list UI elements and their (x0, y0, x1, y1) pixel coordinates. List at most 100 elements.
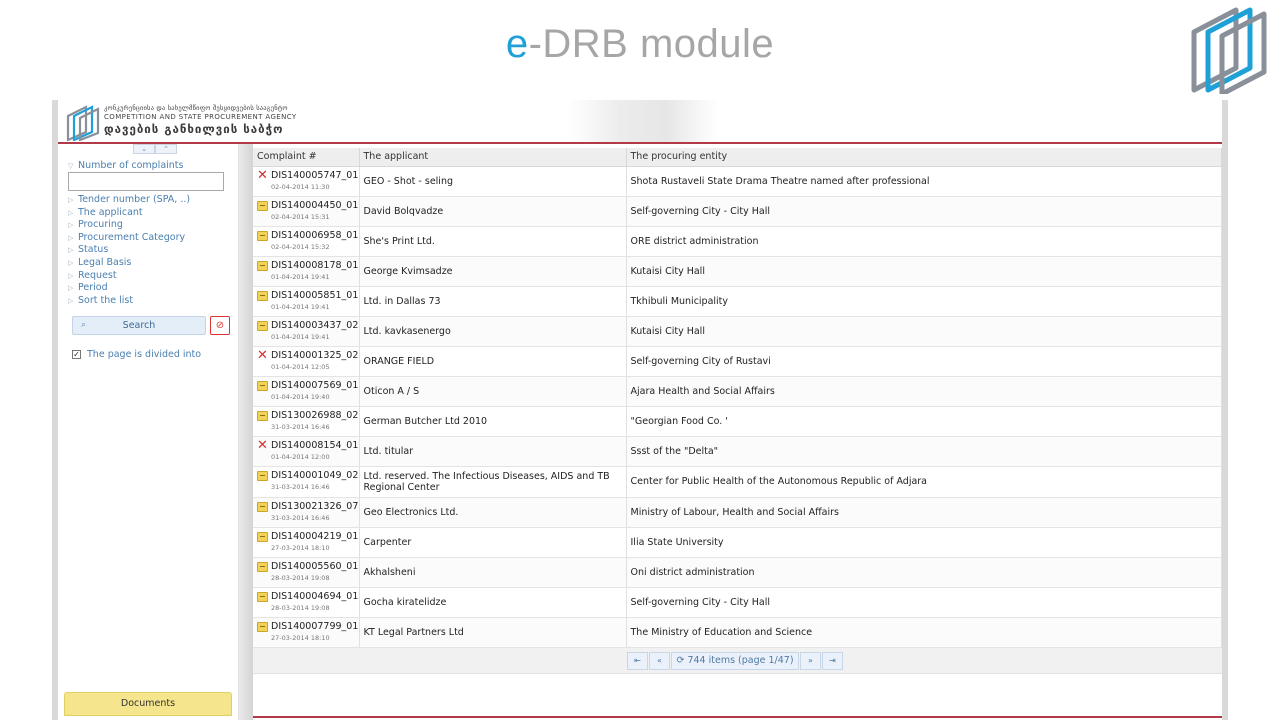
complaint-id[interactable]: DIS130021326_07 (271, 501, 358, 512)
complaint-id[interactable]: DIS140005851_01 (271, 290, 358, 301)
documents-tab[interactable]: Documents (64, 692, 232, 716)
table-row[interactable]: DIS130026988_02 31-03-2014 16:46 German Bu… (253, 406, 1222, 438)
filter-request[interactable]: ▷ Request (68, 270, 190, 283)
complaint-id-wrap: DIS140007569_01 01-04-2014 19:40 (257, 380, 358, 403)
applicant-cell: Gocha kiratelidze (359, 587, 627, 618)
filter-label: The applicant (78, 206, 143, 218)
complaint-cell[interactable]: DIS140008178_01 01-04-2014 19:41 (253, 256, 360, 287)
procuring-entity-cell: Oni district administration (626, 557, 1222, 588)
complaint-cell[interactable]: DIS130021326_07 31-03-2014 16:46 (253, 497, 360, 528)
complaint-id[interactable]: DIS140004219_01 (271, 531, 358, 542)
procuring-entity-cell: Ministry of Labour, Health and Social Af… (626, 497, 1222, 528)
column-header-complaint[interactable]: Complaint # (253, 148, 360, 167)
slide-title-text: -DRB module (528, 22, 775, 66)
table-row[interactable]: DIS140005560_01 28-03-2014 19:08 Akhalshen… (253, 557, 1222, 588)
complaint-cell[interactable]: DIS140006958_01 02-04-2014 15:32 (253, 226, 360, 257)
table-row[interactable]: DIS140001049_02 31-03-2014 16:46 Ltd. rese… (253, 466, 1222, 498)
complaint-cell[interactable]: DIS140007799_01 27-03-2014 18:10 (253, 617, 360, 649)
table-row[interactable]: DIS140004219_01 27-03-2014 18:10 Carpenter… (253, 527, 1222, 558)
complaint-id[interactable]: DIS140007569_01 (271, 380, 358, 391)
sidebar-splitter[interactable] (239, 144, 253, 720)
table-row[interactable]: ✕ DIS140005747_01 02-04-2014 11:30 GEO - Sh… (253, 166, 1222, 197)
complaint-id-wrap: DIS130026988_02 31-03-2014 16:46 (257, 410, 358, 433)
complaint-date: 01-04-2014 19:40 (271, 393, 330, 402)
table-row[interactable]: DIS140003437_02 01-04-2014 19:41 Ltd. kavk… (253, 316, 1222, 348)
folder-icon (257, 411, 268, 422)
table-row[interactable]: DIS140008178_01 01-04-2014 19:41 George Kv… (253, 256, 1222, 287)
complaint-id[interactable]: DIS140008154_01 (271, 440, 358, 451)
complaint-cell[interactable]: ✕ DIS140001325_02 01-04-2014 12:05 (253, 346, 360, 378)
complaint-cell[interactable]: DIS140001049_02 31-03-2014 16:46 (253, 466, 360, 498)
complaint-id-wrap: ✕ DIS140005747_01 02-04-2014 11:30 (257, 167, 358, 193)
clear-filters-button[interactable]: ⊘ (210, 316, 230, 335)
next-page-button[interactable]: » (800, 652, 821, 670)
complaint-id-wrap: DIS140005560_01 28-03-2014 19:08 (257, 561, 358, 584)
column-header-applicant[interactable]: The applicant (359, 148, 627, 167)
prev-page-button[interactable]: « (649, 652, 670, 670)
filter-procuring[interactable]: ▷ Procuring (68, 219, 190, 232)
slide-title: e-DRB module (0, 22, 1280, 67)
filter-applicant[interactable]: ▷ The applicant (68, 207, 190, 220)
filter-tender-number[interactable]: ▷ Tender number (SPA, ..) (68, 194, 190, 207)
complaint-cell[interactable]: DIS140003437_02 01-04-2014 19:41 (253, 316, 360, 348)
filter-sort-list[interactable]: ▷ Sort the list (68, 295, 190, 308)
complaint-id[interactable]: DIS130026988_02 (271, 410, 358, 421)
complaint-id[interactable]: DIS140006958_01 (271, 230, 358, 241)
rejected-x-icon: ✕ (257, 167, 268, 183)
table-row[interactable]: DIS140005851_01 01-04-2014 19:41 Ltd. in D… (253, 286, 1222, 317)
table-row[interactable]: DIS140006958_01 02-04-2014 15:32 She's Pri… (253, 226, 1222, 257)
complaint-date: 01-04-2014 12:00 (271, 453, 330, 462)
table-row[interactable]: DIS140007799_01 27-03-2014 18:10 KT Legal … (253, 617, 1222, 649)
collapse-down-button[interactable]: ⌄ (133, 144, 155, 154)
complaint-cell[interactable]: DIS140005851_01 01-04-2014 19:41 (253, 286, 360, 317)
paging-checkbox-row[interactable]: ✓ The page is divided into (72, 349, 201, 360)
complaint-id[interactable]: DIS140003437_02 (271, 320, 358, 331)
filter-procurement-category[interactable]: ▷ Procurement Category (68, 232, 190, 245)
complaint-id[interactable]: DIS140005560_01 (271, 561, 358, 572)
bottom-divider (253, 716, 1222, 718)
table-row[interactable]: DIS140007569_01 01-04-2014 19:40 Oticon A … (253, 376, 1222, 408)
applicant-cell: Ltd. in Dallas 73 (359, 286, 627, 317)
complaint-id[interactable]: DIS140005747_01 (271, 170, 358, 181)
filter-period[interactable]: ▷ Period (68, 282, 190, 295)
complaint-cell[interactable]: DIS140004694_01 28-03-2014 19:08 (253, 587, 360, 618)
pager-info[interactable]: ⟳ 744 items (page 1/47) (671, 652, 799, 670)
filter-legal-basis[interactable]: ▷ Legal Basis (68, 257, 190, 270)
complaint-id[interactable]: DIS140004694_01 (271, 591, 358, 602)
table-row[interactable]: DIS130021326_07 31-03-2014 16:46 Geo Elect… (253, 497, 1222, 528)
applicant-cell: Ltd. reserved. The Infectious Diseases, … (359, 466, 627, 498)
collapse-up-button[interactable]: ⌃ (155, 144, 177, 154)
applicant-cell: Ltd. kavkasenergo (359, 316, 627, 348)
procuring-entity-cell: Ilia State University (626, 527, 1222, 558)
complaint-number-input[interactable] (68, 172, 224, 191)
complaint-id[interactable]: DIS140001325_02 (271, 350, 358, 361)
complaint-cell[interactable]: DIS140004219_01 27-03-2014 18:10 (253, 527, 360, 558)
folder-icon (257, 591, 268, 602)
table-row[interactable]: ✕ DIS140008154_01 01-04-2014 12:00 Ltd. tit… (253, 436, 1222, 468)
first-page-button[interactable]: ⇤ (627, 652, 648, 670)
complaint-id[interactable]: DIS140007799_01 (271, 621, 358, 632)
table-row[interactable]: ✕ DIS140001325_02 01-04-2014 12:05 ORANGE F… (253, 346, 1222, 378)
column-header-procuring-entity[interactable]: The procuring entity (626, 148, 1222, 167)
table-row[interactable]: DIS140004694_01 28-03-2014 19:08 Gocha kir… (253, 587, 1222, 618)
complaint-id[interactable]: DIS140001049_02 (271, 470, 358, 481)
pager: ⇤ « ⟳ 744 items (page 1/47) » ⇥ (627, 652, 844, 670)
complaint-id[interactable]: DIS140004450_01 (271, 200, 358, 211)
filter-complaint-number[interactable]: ▽ Number of complaints (68, 160, 183, 171)
table-row[interactable]: DIS140004450_01 02-04-2014 15:31 David Bol… (253, 196, 1222, 227)
complaint-cell[interactable]: DIS130026988_02 31-03-2014 16:46 (253, 406, 360, 438)
complaint-cell[interactable]: ✕ DIS140005747_01 02-04-2014 11:30 (253, 166, 360, 197)
last-page-button[interactable]: ⇥ (822, 652, 843, 670)
complaint-id[interactable]: DIS140008178_01 (271, 260, 358, 271)
complaint-cell[interactable]: ✕ DIS140008154_01 01-04-2014 12:00 (253, 436, 360, 468)
complaint-id-wrap: DIS140005851_01 01-04-2014 19:41 (257, 290, 358, 313)
paging-checkbox[interactable]: ✓ (72, 350, 81, 359)
complaint-cell[interactable]: DIS140005560_01 28-03-2014 19:08 (253, 557, 360, 588)
filter-status[interactable]: ▷ Status (68, 244, 190, 257)
complaint-cell[interactable]: DIS140004450_01 02-04-2014 15:31 (253, 196, 360, 227)
complaint-date: 01-04-2014 19:41 (271, 333, 330, 342)
chevron-right-icon: ▷ (68, 221, 74, 230)
search-button[interactable]: ⌕ Search (72, 316, 206, 335)
complaint-cell[interactable]: DIS140007569_01 01-04-2014 19:40 (253, 376, 360, 408)
chevron-down-icon: ▽ (68, 162, 74, 170)
